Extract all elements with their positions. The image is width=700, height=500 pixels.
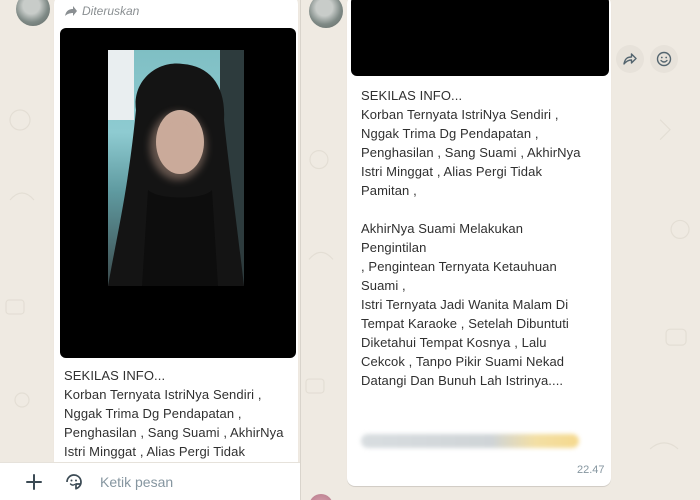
emoji-reaction-button[interactable] xyxy=(650,45,678,73)
plus-icon xyxy=(26,473,42,490)
forward-arrow-icon xyxy=(65,6,77,16)
forward-button[interactable] xyxy=(616,45,644,73)
forwarded-photo[interactable] xyxy=(351,0,609,76)
message-text: SEKILAS INFO... Korban Ternyata IstriNya… xyxy=(64,368,284,459)
sticker-icon xyxy=(66,473,82,490)
chat-panel-right: SEKILAS INFO... Korban Ternyata IstriNya… xyxy=(300,0,700,500)
message-input[interactable] xyxy=(100,473,280,490)
message-text: SEKILAS INFO... Korban Ternyata IstriNya… xyxy=(361,88,581,388)
message-time: 22.47 xyxy=(577,464,605,476)
emoji-icon xyxy=(656,51,672,67)
sticker-button[interactable] xyxy=(54,463,94,500)
compose-bar xyxy=(0,462,300,500)
person-photo-art xyxy=(108,50,244,286)
blurred-photo xyxy=(108,50,244,286)
forward-icon xyxy=(623,53,637,65)
blurred-text xyxy=(361,434,579,448)
forwarded-indicator: Diteruskan xyxy=(64,4,139,18)
forwarded-label: Diteruskan xyxy=(82,4,140,18)
message-bubble: SEKILAS INFO... Korban Ternyata IstriNya… xyxy=(347,0,611,486)
attach-button[interactable] xyxy=(14,463,54,500)
chat-panel-left: Diteruskan SEKILAS INFO... Korban Ternya… xyxy=(0,0,300,500)
message-bubble: Diteruskan SEKILAS INFO... Korban Ternya… xyxy=(54,0,298,471)
forwarded-photo[interactable] xyxy=(60,28,296,358)
